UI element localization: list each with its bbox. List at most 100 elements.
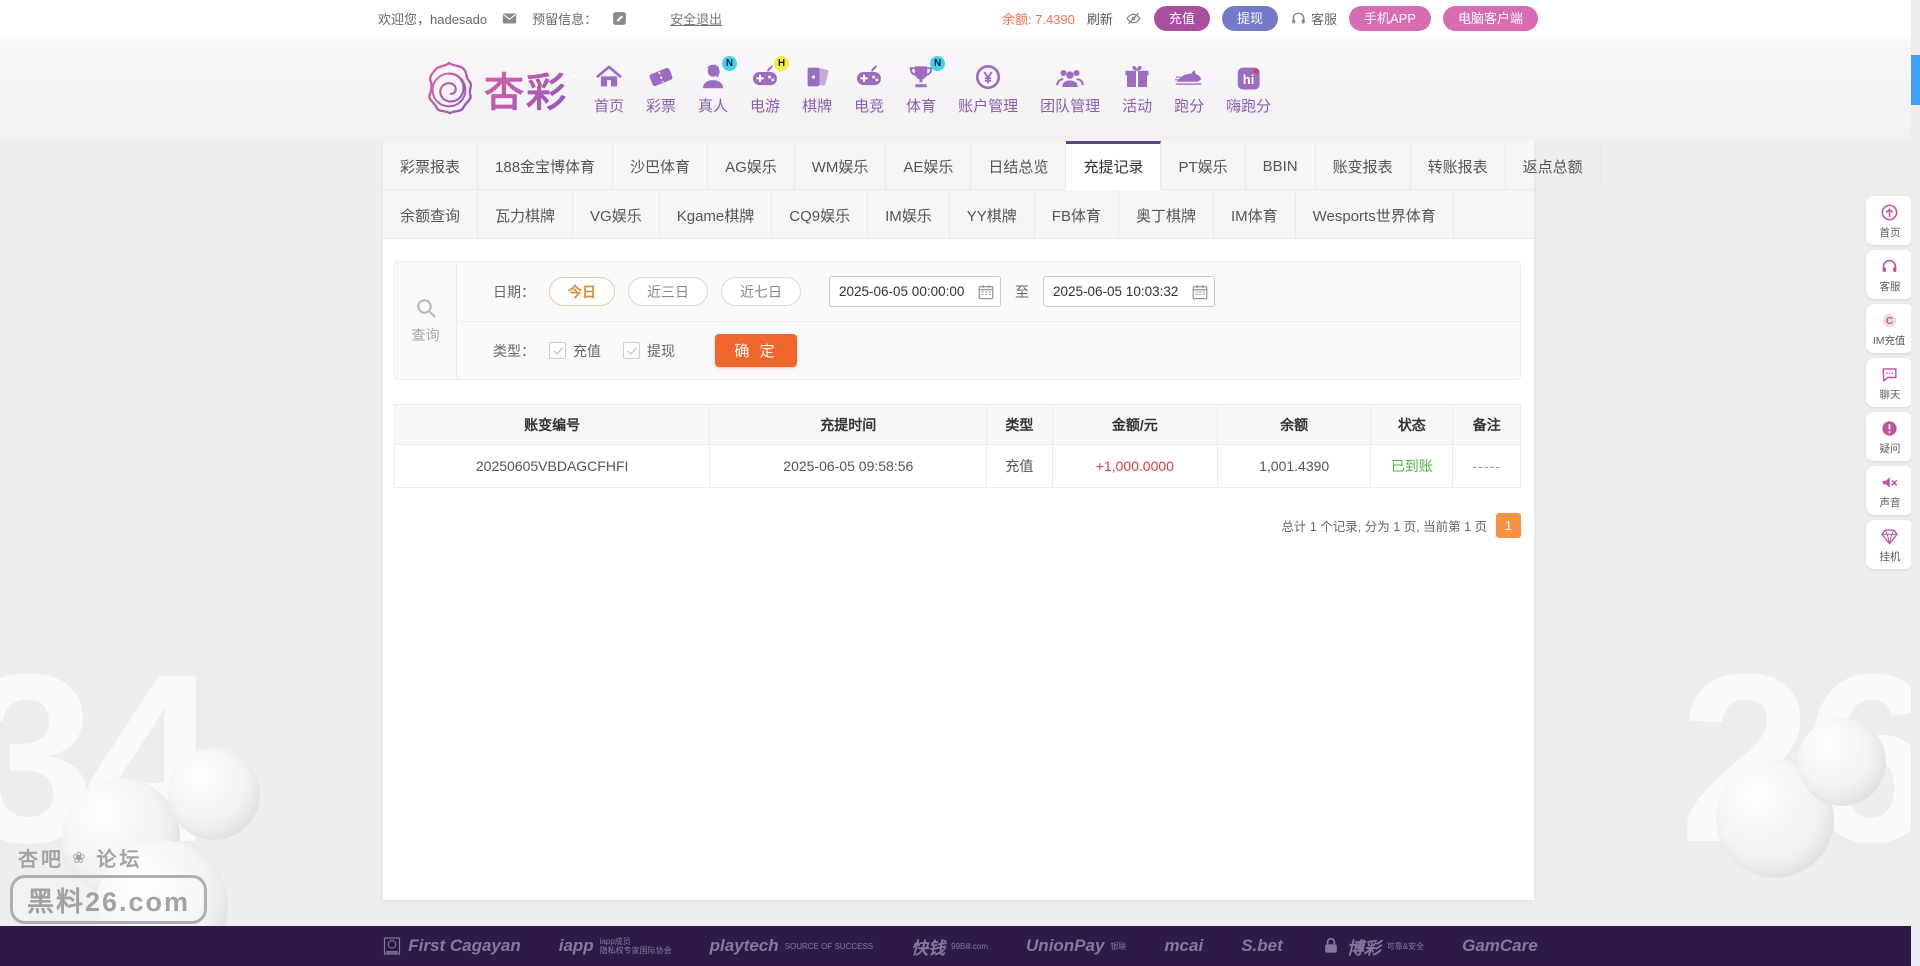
sidebar-item-挂机[interactable]: 挂机 bbox=[1866, 520, 1913, 569]
query-panel: 查询 日期： 今日 近三日 近七日 2025-06-05 00:00:00 至 20… bbox=[394, 261, 1521, 380]
tab-AE娱乐[interactable]: AE娱乐 bbox=[886, 141, 972, 189]
coin-icon bbox=[973, 62, 1003, 92]
nav-item-彩票[interactable]: 彩票 bbox=[646, 62, 676, 116]
footer-logo-name: S.bet bbox=[1241, 936, 1283, 955]
tab-Wesports世界体育[interactable]: Wesports世界体育 bbox=[1296, 190, 1454, 238]
tab-FB体育[interactable]: FB体育 bbox=[1035, 190, 1119, 238]
tab-IM娱乐[interactable]: IM娱乐 bbox=[868, 190, 950, 238]
home-icon bbox=[594, 62, 624, 92]
sidebar-item-首页[interactable]: 首页 bbox=[1866, 196, 1913, 245]
nav-item-账户管理[interactable]: 账户管理 bbox=[958, 62, 1018, 116]
quick-今日-button[interactable]: 今日 bbox=[549, 277, 615, 306]
sidebar-item-label: 挂机 bbox=[1879, 551, 1900, 563]
tab-账变报表[interactable]: 账变报表 bbox=[1316, 141, 1411, 189]
mobile-app-button[interactable]: 手机APP bbox=[1348, 6, 1431, 31]
decor-ball bbox=[1798, 718, 1886, 806]
nav-item-电竞[interactable]: 电竞 bbox=[854, 62, 884, 116]
nav-item-电游[interactable]: H 电游 bbox=[750, 56, 790, 116]
envelope-icon[interactable] bbox=[501, 10, 518, 27]
cards-icon bbox=[802, 62, 832, 92]
tab-充提记录[interactable]: 充提记录 bbox=[1066, 141, 1162, 190]
quick-近三日-button[interactable]: 近三日 bbox=[628, 277, 708, 306]
tab-返点总额[interactable]: 返点总额 bbox=[1506, 141, 1601, 189]
sidebar-item-label: 首页 bbox=[1879, 227, 1900, 239]
nav-item-棋牌[interactable]: 棋牌 bbox=[802, 62, 832, 116]
site-logo[interactable]: 杏彩 bbox=[420, 60, 568, 118]
refresh-button[interactable]: 刷新 bbox=[1087, 9, 1113, 28]
tab-Kgame棋牌[interactable]: Kgame棋牌 bbox=[660, 190, 773, 238]
seal-icon bbox=[382, 936, 402, 956]
sidebar-item-label: 聊天 bbox=[1879, 389, 1900, 401]
nav-item-嗨跑分[interactable]: hi 嗨跑分 bbox=[1226, 62, 1271, 116]
hi-icon: hi bbox=[1234, 62, 1264, 92]
quick-近七日-button[interactable]: 近七日 bbox=[721, 277, 801, 306]
logout-link[interactable]: 安全退出 bbox=[670, 9, 722, 28]
tab-瓦力棋牌[interactable]: 瓦力棋牌 bbox=[478, 190, 574, 238]
nav-item-活动[interactable]: 活动 bbox=[1122, 62, 1152, 116]
footer-logo-playtech: playtech SOURCE OF SUCCESS bbox=[710, 936, 873, 956]
tab-188金宝博体育[interactable]: 188金宝博体育 bbox=[478, 141, 614, 189]
footer-logo-GamCare: GamCare bbox=[1462, 936, 1538, 956]
eye-off-icon[interactable] bbox=[1125, 10, 1142, 27]
type-checkbox-提现[interactable]: 提现 bbox=[623, 341, 675, 361]
nav-item-跑分[interactable]: 跑分 bbox=[1174, 62, 1204, 116]
type-checkbox-充值[interactable]: 充值 bbox=[549, 341, 601, 361]
nav-item-真人[interactable]: N 真人 bbox=[698, 56, 738, 116]
tab-日结总览[interactable]: 日结总览 bbox=[971, 141, 1067, 189]
tab-PT娱乐[interactable]: PT娱乐 bbox=[1161, 141, 1246, 189]
date-from-value: 2025-06-05 00:00:00 bbox=[839, 284, 965, 299]
coin-c-icon: C bbox=[1880, 311, 1899, 330]
tab-彩票报表[interactable]: 彩票报表 bbox=[383, 141, 479, 189]
date-to-input[interactable]: 2025-06-05 10:03:32 bbox=[1043, 276, 1215, 307]
nav-item-首页[interactable]: 首页 bbox=[594, 62, 624, 116]
sidebar-item-聊天[interactable]: 聊天 bbox=[1866, 358, 1913, 407]
calendar-icon[interactable] bbox=[977, 283, 995, 301]
service-label: 客服 bbox=[1310, 12, 1337, 27]
page-1-button[interactable]: 1 bbox=[1496, 513, 1521, 538]
sidebar-item-疑问[interactable]: 疑问 bbox=[1866, 412, 1913, 461]
scrollbar-thumb[interactable] bbox=[1911, 55, 1920, 105]
calendar-icon[interactable] bbox=[1191, 283, 1209, 301]
pc-client-button[interactable]: 电脑客户端 bbox=[1442, 6, 1538, 31]
lock-icon bbox=[1321, 936, 1341, 956]
decor-ball bbox=[168, 748, 260, 840]
column-header: 金额/元 bbox=[1051, 404, 1219, 445]
service-link[interactable]: 客服 bbox=[1290, 9, 1337, 28]
footer-logo-name: GamCare bbox=[1462, 936, 1538, 955]
column-header: 余额 bbox=[1217, 404, 1372, 445]
sidebar-item-声音[interactable]: 声音 bbox=[1866, 466, 1913, 515]
tab-余额查询[interactable]: 余额查询 bbox=[383, 190, 479, 238]
tab-沙巴体育[interactable]: 沙巴体育 bbox=[613, 141, 709, 189]
deposit-button[interactable]: 充值 bbox=[1153, 6, 1210, 31]
watermark: 杏吧 ❀ 论坛 黑料26.com bbox=[10, 843, 208, 924]
date-from-input[interactable]: 2025-06-05 00:00:00 bbox=[829, 276, 1001, 307]
diamond-icon bbox=[1880, 527, 1899, 546]
scrollbar-track[interactable] bbox=[1911, 0, 1920, 966]
tab-BBIN[interactable]: BBIN bbox=[1246, 141, 1316, 189]
footer-logo-mcai: mcai bbox=[1164, 936, 1203, 956]
tab-CQ9娱乐[interactable]: CQ9娱乐 bbox=[772, 190, 869, 238]
confirm-button[interactable]: 确 定 bbox=[715, 334, 797, 367]
withdraw-button[interactable]: 提现 bbox=[1221, 6, 1278, 31]
tab-IM体育[interactable]: IM体育 bbox=[1214, 190, 1296, 238]
sidebar-item-IM充值[interactable]: C IM充值 bbox=[1866, 304, 1913, 353]
tab-VG娱乐[interactable]: VG娱乐 bbox=[573, 190, 660, 238]
tab-奥丁棋牌[interactable]: 奥丁棋牌 bbox=[1119, 190, 1214, 238]
edit-icon[interactable] bbox=[611, 10, 628, 27]
tab-AG娱乐[interactable]: AG娱乐 bbox=[708, 141, 795, 189]
footer-logo-sub: 银联 bbox=[1110, 941, 1127, 951]
cell-type: 充值 bbox=[986, 444, 1053, 488]
footer-logo-name: iapp bbox=[558, 936, 594, 955]
nav-label: 嗨跑分 bbox=[1226, 98, 1272, 115]
tab-转账报表[interactable]: 转账报表 bbox=[1411, 141, 1506, 189]
sidebar-item-label: IM充值 bbox=[1873, 335, 1906, 347]
nav-label: 账户管理 bbox=[958, 98, 1019, 115]
tab-YY棋牌[interactable]: YY棋牌 bbox=[950, 190, 1035, 238]
sidebar-item-客服[interactable]: 客服 bbox=[1866, 250, 1913, 299]
column-header: 类型 bbox=[986, 404, 1053, 445]
nav-item-团队管理[interactable]: 团队管理 bbox=[1040, 62, 1100, 116]
nav-item-体育[interactable]: N 体育 bbox=[906, 56, 946, 116]
nav-label: 活动 bbox=[1122, 98, 1153, 115]
records-table: 账变编号 充提时间 类型 金额/元 余额 状态 备注 20250605VBDAGCFHFI … bbox=[393, 404, 1521, 488]
tab-WM娱乐[interactable]: WM娱乐 bbox=[795, 141, 887, 189]
